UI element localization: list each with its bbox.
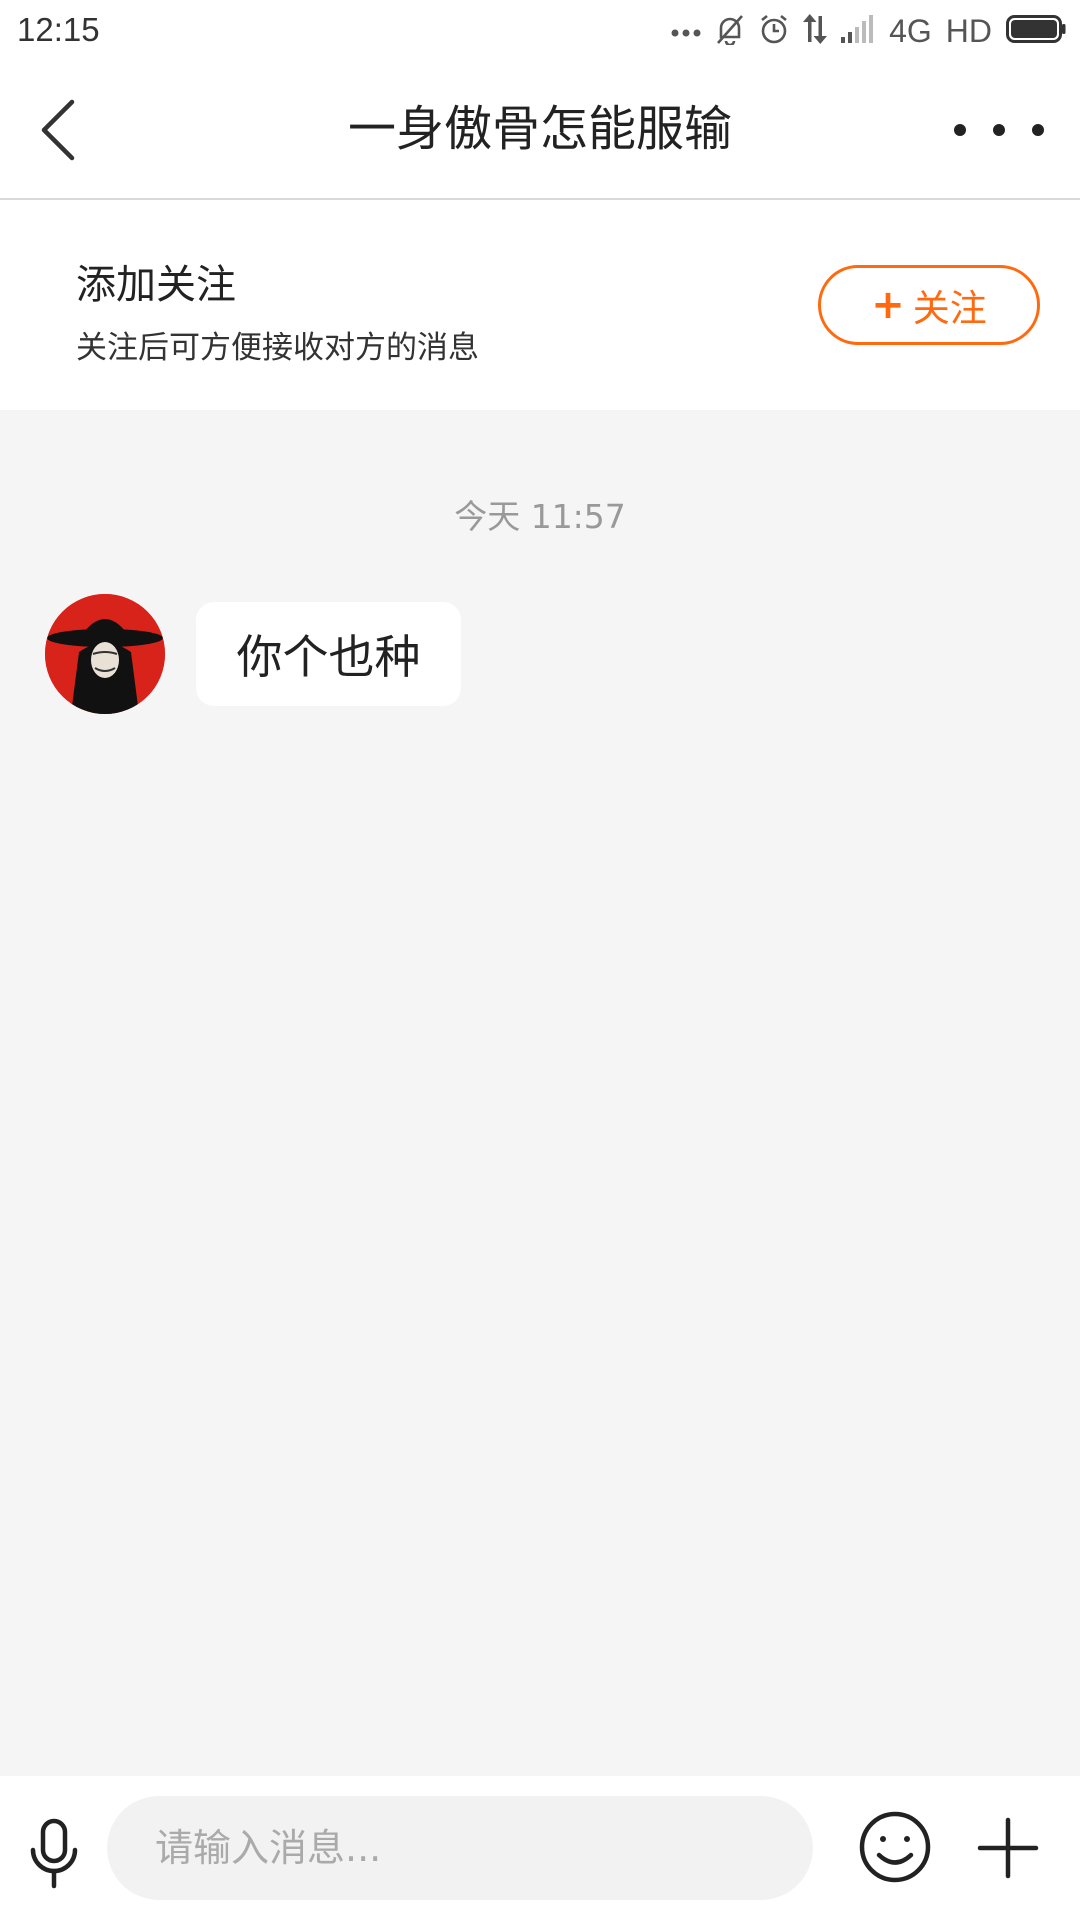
emoji-icon (859, 1811, 931, 1883)
network-type: 4G (889, 12, 932, 49)
follow-button[interactable]: + 关注 (818, 265, 1040, 345)
battery-icon (1006, 15, 1066, 47)
status-icons: 4G HD (671, 11, 1066, 51)
follow-button-label: 关注 (912, 287, 987, 330)
avatar[interactable] (45, 594, 165, 714)
plus-icon: + (871, 282, 905, 328)
signal-icon (841, 15, 875, 47)
follow-title: 添加关注 (76, 262, 236, 308)
chat-header: 一身傲骨怎能服输 (0, 62, 1080, 200)
bell-muted-icon (715, 13, 745, 49)
page-title: 一身傲骨怎能服输 (347, 101, 732, 157)
status-bar: 12:15 4G HD (0, 0, 1080, 62)
back-button[interactable] (30, 92, 94, 168)
more-dots-icon (671, 22, 701, 41)
input-bar (0, 1776, 1080, 1920)
plus-icon (977, 1817, 1039, 1879)
chevron-left-icon (41, 99, 75, 161)
voice-button[interactable] (28, 1818, 80, 1890)
more-horizontal-icon (954, 124, 966, 136)
microphone-icon (30, 1818, 78, 1889)
message-input[interactable] (107, 1796, 813, 1900)
more-actions-button[interactable] (976, 1816, 1040, 1880)
follow-subtitle: 关注后可方便接收对方的消息 (76, 330, 479, 366)
data-transfer-icon (803, 14, 828, 48)
alarm-icon (759, 13, 789, 49)
follow-banner: 添加关注 关注后可方便接收对方的消息 + 关注 (0, 200, 1080, 410)
status-time: 12:15 (17, 11, 100, 48)
hd-indicator: HD (945, 12, 992, 49)
message-bubble[interactable]: 你个也种 (196, 602, 461, 706)
message-timestamp: 今天 11:57 (454, 497, 626, 536)
more-button[interactable] (954, 102, 1044, 158)
emoji-button[interactable] (858, 1810, 932, 1884)
